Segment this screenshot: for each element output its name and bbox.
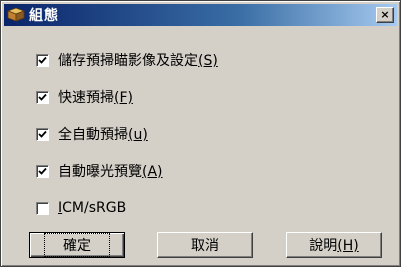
checkmark-icon: [38, 167, 47, 175]
window-title: 組態: [29, 8, 59, 24]
quick-prescan-checkbox[interactable]: [36, 90, 49, 104]
option-quick-prescan[interactable]: 快速預掃(F): [36, 87, 218, 107]
icm-srgb-label: ICM/sRGB: [58, 200, 127, 216]
scanner-app-icon: [7, 7, 25, 22]
option-auto-exposure-preview[interactable]: 自動曝光預覽(A): [36, 161, 218, 181]
cancel-button-label: 取消: [191, 238, 219, 254]
icm-srgb-checkbox[interactable]: [36, 201, 49, 215]
close-button[interactable]: ×: [376, 7, 394, 23]
checkmark-icon: [38, 56, 47, 64]
full-auto-prescan-checkbox[interactable]: [36, 127, 49, 141]
configuration-dialog: 組態 × 儲存預掃瞄影像及設定(S) 快速預掃(F) 全自動預掃(u) 自動曝光…: [0, 0, 401, 267]
title-bar[interactable]: 組態 ×: [4, 4, 397, 26]
options-list: 儲存預掃瞄影像及設定(S) 快速預掃(F) 全自動預掃(u) 自動曝光預覽(A)…: [36, 50, 218, 235]
auto-exposure-checkbox[interactable]: [36, 164, 49, 178]
option-full-auto-prescan[interactable]: 全自動預掃(u): [36, 124, 218, 144]
save-prescan-checkbox[interactable]: [36, 53, 49, 67]
close-icon: ×: [380, 8, 390, 21]
quick-prescan-label: 快速預掃(F): [58, 90, 133, 106]
help-button[interactable]: 說明(H): [286, 232, 382, 258]
save-prescan-label: 儲存預掃瞄影像及設定(S): [58, 53, 218, 69]
checkmark-icon: [38, 93, 47, 101]
ok-button[interactable]: 確定: [29, 232, 125, 258]
checkmark-icon: [38, 130, 47, 138]
cancel-button[interactable]: 取消: [157, 232, 253, 258]
option-icm-srgb[interactable]: ICM/sRGB: [36, 198, 218, 218]
help-button-label: 說明(H): [309, 238, 359, 254]
auto-exposure-label: 自動曝光預覽(A): [58, 164, 163, 180]
option-save-prescan-settings[interactable]: 儲存預掃瞄影像及設定(S): [36, 50, 218, 70]
full-auto-prescan-label: 全自動預掃(u): [58, 127, 148, 143]
ok-button-label: 確定: [44, 233, 110, 257]
